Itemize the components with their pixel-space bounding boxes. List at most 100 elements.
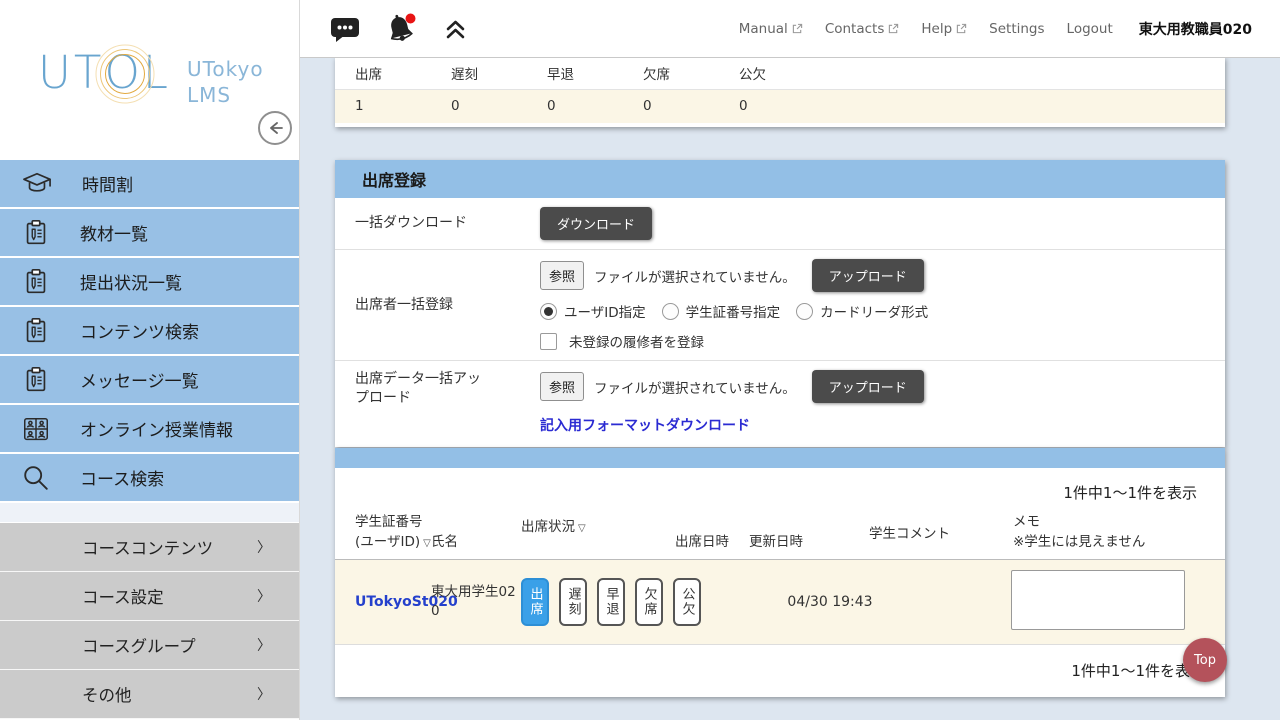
checkbox-icon[interactable]	[540, 333, 557, 350]
table-header-bar	[335, 448, 1225, 468]
browse-button[interactable]: 参照	[540, 372, 584, 401]
utol-logo: UTOL UTokyo LMS	[38, 48, 264, 108]
settings-link-label: Settings	[989, 21, 1044, 37]
data-bulk-upload-row: 出席データ一括アップロード 参照 ファイルが選択されていません。 アップロード …	[335, 361, 1225, 447]
logo-ring-icon	[105, 54, 145, 94]
bulk-download-row: 一括ダウンロード ダウンロード	[335, 198, 1225, 250]
sidebar-item-submission-status-list[interactable]: 提出状況一覧	[0, 258, 299, 307]
sidebar-collapse-button[interactable]	[258, 111, 292, 145]
summary-header-late: 遅刻	[431, 63, 527, 83]
chat-icon[interactable]	[330, 15, 360, 43]
student-id-link[interactable]: UTokyoSt020	[335, 594, 431, 610]
chevron-right-icon: 〉	[257, 537, 271, 557]
logout-link[interactable]: Logout	[1067, 21, 1113, 37]
status-button-absent[interactable]: 欠席	[635, 578, 663, 626]
header-name: 氏名	[431, 533, 521, 553]
sidebar-item-online-class-info[interactable]: オンライン授業情報	[0, 405, 299, 454]
summary-value-absent: 0	[623, 98, 719, 114]
radio-label: ユーザID指定	[564, 301, 646, 321]
arrow-left-icon	[266, 119, 285, 137]
sidebar-item-others[interactable]: その他 〉	[0, 670, 299, 719]
header-memo-line1: メモ	[1013, 513, 1225, 533]
screen: UTOL UTokyo LMS 時間割	[0, 0, 1280, 720]
header-status[interactable]: 出席状況▽	[521, 518, 675, 538]
sidebar-item-label: コースグループ	[82, 633, 196, 657]
sidebar-item-course-contents[interactable]: コースコンテンツ 〉	[0, 523, 299, 572]
external-link-icon	[792, 23, 803, 34]
no-file-text: ファイルが選択されていません。	[594, 266, 796, 286]
collapse-up-icon[interactable]	[444, 18, 467, 40]
chevron-right-icon: 〉	[257, 586, 271, 606]
summary-value-present: 1	[335, 98, 431, 114]
browse-button[interactable]: 参照	[540, 261, 584, 290]
status-button-excused[interactable]: 公欠	[673, 578, 701, 626]
radio-card-reader-format[interactable]: カードリーダ形式	[796, 301, 928, 321]
logout-link-label: Logout	[1067, 21, 1113, 37]
topbar: Manual Contacts Help Settings Logout 東大用…	[300, 0, 1280, 58]
sidebar-course-menu: コースコンテンツ 〉 コース設定 〉 コースグループ 〉 その他 〉	[0, 523, 299, 719]
status-button-present[interactable]: 出席	[521, 578, 549, 626]
sidebar-item-course-search[interactable]: コース検索	[0, 454, 299, 503]
status-button-early-leave[interactable]: 早退	[597, 578, 625, 626]
attendance-datetime: 04/30 19:43	[715, 594, 945, 610]
sidebar-item-contents-search[interactable]: コンテンツ検索	[0, 307, 299, 356]
sidebar-item-messages-list[interactable]: メッセージ一覧	[0, 356, 299, 405]
register-unregistered-checkbox-row: 未登録の履修者を登録	[540, 331, 944, 351]
scroll-to-top-button[interactable]: Top	[1183, 638, 1227, 682]
student-name: 東大用学生020	[431, 583, 521, 622]
clipboard-icon	[21, 267, 51, 297]
help-link-label: Help	[921, 21, 952, 37]
attendee-bulk-row: 出席者一括登録 参照 ファイルが選択されていません。 アップロード ユーザID指…	[335, 250, 1225, 361]
status-button-late[interactable]: 遅刻	[559, 578, 587, 626]
radio-icon	[662, 303, 679, 320]
logo-ring-icon	[96, 44, 155, 103]
radio-user-id[interactable]: ユーザID指定	[540, 301, 646, 321]
upload-button[interactable]: アップロード	[812, 370, 924, 403]
summary-header-early-leave: 早退	[527, 63, 623, 83]
manual-link[interactable]: Manual	[739, 21, 803, 37]
sidebar-item-course-settings[interactable]: コース設定 〉	[0, 572, 299, 621]
data-file-line: 参照 ファイルが選択されていません。 アップロード	[540, 370, 924, 403]
format-download-link[interactable]: 記入用フォーマットダウンロード	[540, 415, 924, 435]
user-name: 東大用教職員020	[1139, 19, 1252, 39]
header-student-comment: 学生コメント	[869, 525, 1013, 545]
manual-link-label: Manual	[739, 21, 788, 37]
sidebar-item-materials-list[interactable]: 教材一覧	[0, 209, 299, 258]
sidebar-item-timetable[interactable]: 時間割	[0, 160, 299, 209]
sidebar-item-label: 時間割	[82, 171, 133, 196]
sidebar-item-label: メッセージ一覧	[80, 367, 199, 392]
radio-student-card-number[interactable]: 学生証番号指定	[662, 301, 781, 321]
logo-ring-icon	[100, 49, 150, 99]
panel-title: 出席登録	[335, 160, 1225, 198]
memo-textarea[interactable]	[1011, 570, 1185, 630]
sidebar-item-label: コンテンツ検索	[80, 318, 199, 343]
help-link[interactable]: Help	[921, 21, 967, 37]
sidebar-divider	[0, 503, 299, 523]
no-file-text: ファイルが選択されていません。	[594, 377, 796, 397]
header-student-id[interactable]: 学生証番号 (ユーザID)▽	[335, 513, 431, 552]
sidebar-item-label: コース検索	[80, 465, 164, 490]
bell-icon[interactable]	[384, 12, 420, 46]
contacts-link[interactable]: Contacts	[825, 21, 900, 37]
summary-header-absent: 欠席	[623, 63, 719, 83]
sidebar-item-course-group[interactable]: コースグループ 〉	[0, 621, 299, 670]
sort-icon[interactable]: ▽	[423, 538, 431, 549]
sort-icon[interactable]: ▽	[578, 523, 586, 534]
topbar-icons	[330, 12, 467, 46]
sidebar-item-label: コースコンテンツ	[82, 535, 213, 559]
header-status-label: 出席状況	[521, 519, 575, 535]
download-button[interactable]: ダウンロード	[540, 207, 652, 240]
sidebar-item-label: オンライン授業情報	[80, 416, 233, 441]
summary-value-row: 1 0 0 0 0	[335, 90, 1225, 123]
chevron-right-icon: 〉	[257, 684, 271, 704]
utol-logo-tagline: UTokyo LMS	[187, 56, 264, 108]
student-attendance-table: 1件中1〜1件を表示 学生証番号 (ユーザID)▽ 氏名 出席状況▽ 出席日時 …	[335, 448, 1225, 697]
checkbox-label: 未登録の履修者を登録	[569, 331, 704, 351]
attendance-register-panel: 出席登録 一括ダウンロード ダウンロード 出席者一括登録 参照 ファイルが選択さ…	[335, 160, 1225, 447]
attendance-summary-table: 出席 遅刻 早退 欠席 公欠 1 0 0 0 0	[335, 58, 1225, 127]
settings-link[interactable]: Settings	[989, 21, 1044, 37]
utol-logo-text: UTOL	[38, 48, 171, 98]
upload-button[interactable]: アップロード	[812, 259, 924, 292]
magnifier-icon	[21, 463, 51, 493]
contacts-link-label: Contacts	[825, 21, 885, 37]
